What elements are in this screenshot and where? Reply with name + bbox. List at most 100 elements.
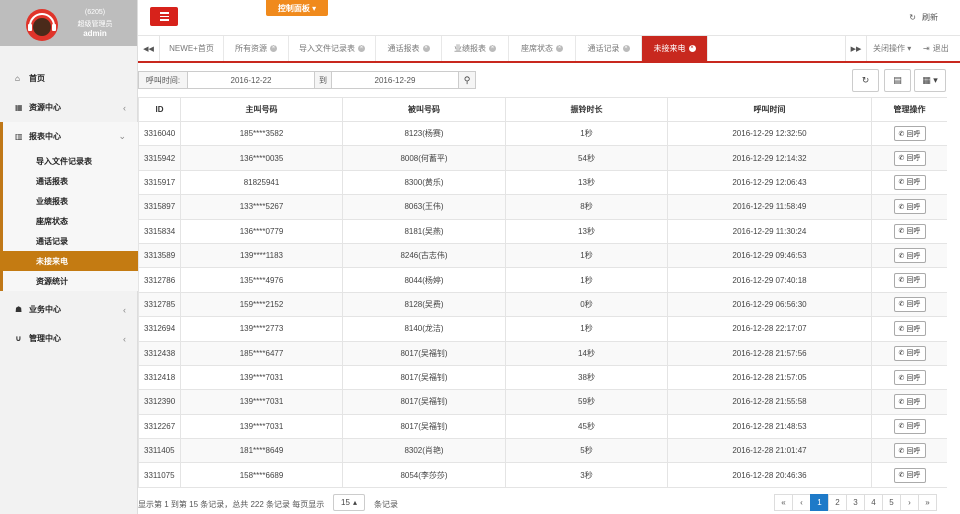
tab-label: 座席状态 xyxy=(521,44,553,53)
close-actions-dropdown[interactable]: 关闭操作 ▾ xyxy=(873,36,911,61)
cell-caller: 139****7031 xyxy=(180,389,343,415)
tab-import-records[interactable]: 导入文件记录表 × xyxy=(289,36,376,61)
call-back-button[interactable]: ✆ 回呼 xyxy=(893,296,926,312)
sidebar-sub-import-records[interactable]: 导入文件记录表 xyxy=(3,151,138,171)
page-4-button[interactable]: 4 xyxy=(864,494,883,511)
phone-icon: ✆ xyxy=(898,203,905,211)
refresh-label: 刷新 xyxy=(922,13,938,22)
cell-id: 3312267 xyxy=(138,413,181,440)
sidebar-item-label: 管理中心 xyxy=(29,334,61,343)
call-back-button[interactable]: ✆ 回呼 xyxy=(893,370,926,386)
control-panel-dropdown[interactable]: 控制面板 ▾ xyxy=(266,0,328,16)
sidebar-sub-missed-calls[interactable]: 未接来电 xyxy=(0,251,138,271)
menu-toggle-button[interactable] xyxy=(150,7,178,26)
page-nav-button[interactable]: ‹ xyxy=(792,494,811,511)
refresh-table-button[interactable]: ↻ xyxy=(852,69,879,92)
page-5-button[interactable]: 5 xyxy=(882,494,901,511)
sidebar-item-resource-center[interactable]: ▦ 资源中心 ‹ xyxy=(0,93,138,122)
vertical-scrollbar[interactable] xyxy=(947,97,960,490)
page-1-button[interactable]: 1 xyxy=(810,494,829,511)
call-back-label: 回呼 xyxy=(906,423,921,431)
call-back-button[interactable]: ✆ 回呼 xyxy=(893,126,926,142)
cell-id: 3312786 xyxy=(138,267,181,293)
close-icon[interactable]: × xyxy=(622,45,630,52)
page-nav-button[interactable]: » xyxy=(918,494,937,511)
tab-call-records[interactable]: 通话记录 × xyxy=(576,36,642,61)
cell-caller: 158****6689 xyxy=(180,462,343,488)
call-back-button[interactable]: ✆ 回呼 xyxy=(893,418,926,434)
call-back-button[interactable]: ✆ 回呼 xyxy=(893,345,926,361)
tab-agent-status[interactable]: 座席状态 × xyxy=(509,36,576,61)
call-back-button[interactable]: ✆ 回呼 xyxy=(893,272,926,288)
sidebar-group-report-center: ▥ 报表中心 ⌄ 导入文件记录表 通话报表 业绩报表 座席状态 通话记录 未接来… xyxy=(0,122,138,291)
call-back-button[interactable]: ✆ 回呼 xyxy=(893,443,926,459)
tab-bar: ◀◀ NEWE+首页 所有资源 × 导入文件记录表 × 通话报表 × 业绩报表 × 座席… xyxy=(138,36,960,63)
start-date-input[interactable]: 2016-12-22 xyxy=(187,71,315,89)
sidebar-sub-performance-report[interactable]: 业绩报表 xyxy=(3,191,138,211)
call-back-button[interactable]: ✆ 回呼 xyxy=(893,248,926,264)
call-back-button[interactable]: ✆ 回呼 xyxy=(893,174,926,190)
close-icon[interactable]: × xyxy=(422,45,430,52)
end-date-input[interactable]: 2016-12-29 xyxy=(331,71,459,89)
sidebar-sub-agent-status[interactable]: 座席状态 xyxy=(3,211,138,231)
columns-icon: ▦ ▾ xyxy=(922,75,938,85)
home-icon: ⌂ xyxy=(15,74,20,83)
cell-ring-duration: 45秒 xyxy=(505,413,668,440)
logout-button[interactable]: ⇥ 退出 xyxy=(923,36,949,61)
sidebar-item-business-center[interactable]: ☗ 业务中心 ‹ xyxy=(0,295,138,324)
call-back-button[interactable]: ✆ 回呼 xyxy=(893,321,926,337)
cell-call-time: 2016-12-28 21:55:58 xyxy=(667,389,872,415)
sidebar-item-management-center[interactable]: ∪ 管理中心 ‹ xyxy=(0,324,138,353)
refresh-button[interactable]: ↻ 刷新 xyxy=(909,12,938,23)
tab-call-report[interactable]: 通话报表 × xyxy=(376,36,442,61)
page-3-button[interactable]: 3 xyxy=(846,494,865,511)
call-back-button[interactable]: ✆ 回呼 xyxy=(893,199,926,215)
page-size-select[interactable]: 15 ▴ xyxy=(333,494,365,511)
cell-ring-duration: 54秒 xyxy=(505,145,668,171)
column-header-ring-duration[interactable]: 振铃时长 xyxy=(505,97,668,122)
column-header-id[interactable]: ID xyxy=(138,97,181,122)
columns-dropdown-button[interactable]: ▦ ▾ xyxy=(914,69,946,92)
tab-scroll-left-icon[interactable]: ◀◀ xyxy=(138,36,160,61)
refresh-icon: ↻ xyxy=(861,75,870,85)
sidebar-sub-call-records[interactable]: 通话记录 xyxy=(3,231,138,251)
date-to-label: 到 xyxy=(314,71,332,89)
column-header-caller[interactable]: 主叫号码 xyxy=(180,97,343,122)
cell-caller: 133****5267 xyxy=(180,194,343,220)
sidebar-item-home[interactable]: ⌂ 首页 xyxy=(0,64,138,93)
tab-performance-report[interactable]: 业绩报表 × xyxy=(442,36,509,61)
close-icon[interactable]: × xyxy=(489,45,496,52)
cell-caller: 181****8649 xyxy=(180,438,343,464)
call-back-button[interactable]: ✆ 回呼 xyxy=(893,394,926,410)
call-back-button[interactable]: ✆ 回呼 xyxy=(893,223,926,239)
tab-missed-calls[interactable]: 未接来电 × xyxy=(642,36,708,61)
cell-actions: ✆ 回呼 xyxy=(871,145,948,171)
page-2-button[interactable]: 2 xyxy=(828,494,847,511)
cell-caller: 139****1183 xyxy=(180,242,343,269)
logout-label: 退出 xyxy=(932,44,949,53)
cell-id: 3312438 xyxy=(138,340,181,366)
cell-ring-duration: 3秒 xyxy=(505,462,668,488)
tab-scroll-right-icon[interactable]: ▶▶ xyxy=(845,36,867,61)
column-header-callee[interactable]: 被叫号码 xyxy=(342,97,506,122)
search-button[interactable]: ⚲ xyxy=(458,71,476,89)
close-icon[interactable]: × xyxy=(358,45,365,52)
page-nav-button[interactable]: › xyxy=(900,494,919,511)
page-nav-button[interactable]: « xyxy=(774,494,793,511)
sidebar-sub-resource-stats[interactable]: 资源统计 xyxy=(3,271,138,291)
cell-ring-duration: 1秒 xyxy=(505,120,668,147)
cell-actions: ✆ 回呼 xyxy=(871,364,948,391)
tab-all-resources[interactable]: 所有资源 × xyxy=(224,36,289,61)
column-header-call-time[interactable]: 呼叫时间 xyxy=(667,97,872,122)
sidebar-sub-call-report[interactable]: 通话报表 xyxy=(3,171,138,191)
tab-home[interactable]: NEWE+首页 xyxy=(160,36,224,61)
sidebar-item-report-center[interactable]: ▥ 报表中心 ⌄ xyxy=(3,122,138,151)
close-icon[interactable]: × xyxy=(688,45,696,52)
hamburger-icon xyxy=(159,12,169,14)
cell-caller: 135****4976 xyxy=(180,267,343,293)
close-icon[interactable]: × xyxy=(270,45,277,52)
close-icon[interactable]: × xyxy=(556,45,563,52)
call-back-button[interactable]: ✆ 回呼 xyxy=(893,467,926,483)
call-back-button[interactable]: ✆ 回呼 xyxy=(893,150,926,166)
toggle-view-button[interactable]: ▤ xyxy=(884,69,911,92)
